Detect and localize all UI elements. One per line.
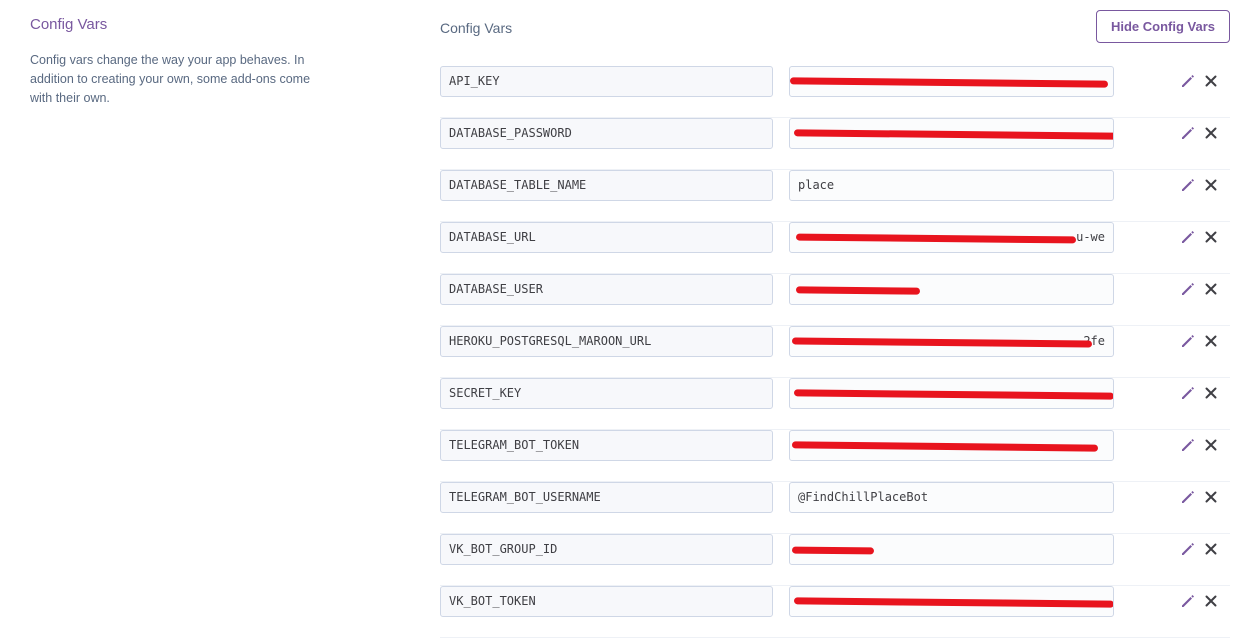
section-description: Config vars change the way your app beha…	[30, 53, 311, 105]
config-var-value-text: place	[798, 178, 835, 192]
config-var-row: TELEGRAM_BOT_USERNAME @FindChillPlaceBot	[440, 482, 1230, 534]
config-var-key-input[interactable]: HEROKU_POSTGRESQL_MAROON_URL	[440, 326, 773, 357]
config-var-key-input[interactable]: TELEGRAM_BOT_TOKEN	[440, 430, 773, 461]
pencil-icon[interactable]	[1179, 176, 1197, 194]
config-var-value-input[interactable]	[789, 378, 1114, 409]
config-var-value-text: @FindChillPlaceBot	[798, 490, 929, 504]
config-var-key-input[interactable]: API_KEY	[440, 66, 773, 97]
close-icon[interactable]	[1202, 384, 1220, 402]
config-var-value-input[interactable]	[789, 586, 1114, 617]
config-var-row: HEROKU_POSTGRESQL_MAROON_URL 2fe	[440, 326, 1230, 378]
config-var-value-input[interactable]	[789, 274, 1114, 305]
redaction-mark	[791, 546, 875, 555]
config-var-value-text: u-we	[1076, 230, 1105, 244]
config-var-row: SECRET_KEY	[440, 378, 1230, 430]
config-var-value-input[interactable]: u-we	[789, 222, 1114, 253]
close-icon[interactable]	[1202, 228, 1220, 246]
config-var-key-input[interactable]: DATABASE_TABLE_NAME	[440, 170, 773, 201]
redaction-mark	[791, 441, 1099, 452]
pencil-icon[interactable]	[1179, 124, 1197, 142]
config-var-key-input[interactable]: SECRET_KEY	[440, 378, 773, 409]
config-var-value-input[interactable]	[789, 430, 1114, 461]
config-var-key-input[interactable]: DATABASE_URL	[440, 222, 773, 253]
config-vars-description-panel: Config Vars Config vars change the way y…	[30, 16, 330, 108]
config-var-row: DATABASE_PASSWORD	[440, 118, 1230, 170]
close-icon[interactable]	[1202, 280, 1220, 298]
config-var-key-input[interactable]: DATABASE_PASSWORD	[440, 118, 773, 149]
redaction-mark	[795, 286, 921, 295]
config-var-value-input[interactable]	[789, 66, 1114, 97]
config-var-value-input[interactable]: 2fe	[789, 326, 1114, 357]
config-var-row: TELEGRAM_BOT_TOKEN	[440, 430, 1230, 482]
config-vars-panel: Config Vars Hide Config Vars API_KEY DATA…	[440, 10, 1230, 638]
pencil-icon[interactable]	[1179, 436, 1197, 454]
close-icon[interactable]	[1202, 124, 1220, 142]
config-var-row: API_KEY	[440, 66, 1230, 118]
close-icon[interactable]	[1202, 592, 1220, 610]
config-var-row: VK_BOT_TOKEN	[440, 586, 1230, 638]
pencil-icon[interactable]	[1179, 384, 1197, 402]
config-var-key-input[interactable]: TELEGRAM_BOT_USERNAME	[440, 482, 773, 513]
pencil-icon[interactable]	[1179, 332, 1197, 350]
config-vars-list: API_KEY DATABASE_PASSWORD DATABASE_TABLE_N…	[440, 66, 1230, 638]
redaction-mark	[791, 337, 1093, 348]
pencil-icon[interactable]	[1179, 280, 1197, 298]
close-icon[interactable]	[1202, 540, 1220, 558]
config-vars-title: Config Vars	[440, 20, 513, 36]
pencil-icon[interactable]	[1179, 592, 1197, 610]
config-var-row: DATABASE_TABLE_NAME place	[440, 170, 1230, 222]
config-var-value-input[interactable]	[789, 118, 1114, 149]
redaction-mark	[793, 597, 1113, 608]
config-var-value-input[interactable]: @FindChillPlaceBot	[789, 482, 1114, 513]
config-var-key-input[interactable]: VK_BOT_TOKEN	[440, 586, 773, 617]
config-var-row: DATABASE_URL u-we	[440, 222, 1230, 274]
redaction-mark	[793, 129, 1113, 140]
redaction-mark	[790, 77, 1109, 88]
hide-config-vars-button[interactable]: Hide Config Vars	[1096, 10, 1230, 43]
config-var-row: VK_BOT_GROUP_ID	[440, 534, 1230, 586]
close-icon[interactable]	[1202, 436, 1220, 454]
config-var-key-input[interactable]: DATABASE_USER	[440, 274, 773, 305]
config-var-row: DATABASE_USER	[440, 274, 1230, 326]
config-var-key-input[interactable]: VK_BOT_GROUP_ID	[440, 534, 773, 565]
close-icon[interactable]	[1202, 332, 1220, 350]
redaction-mark	[793, 389, 1113, 400]
close-icon[interactable]	[1202, 488, 1220, 506]
pencil-icon[interactable]	[1179, 72, 1197, 90]
close-icon[interactable]	[1202, 72, 1220, 90]
close-icon[interactable]	[1202, 176, 1220, 194]
config-var-value-input[interactable]	[789, 534, 1114, 565]
config-vars-header: Config Vars Hide Config Vars	[440, 10, 1230, 66]
pencil-icon[interactable]	[1179, 228, 1197, 246]
section-title: Config Vars	[30, 16, 108, 33]
pencil-icon[interactable]	[1179, 488, 1197, 506]
redaction-mark	[795, 233, 1077, 244]
config-var-value-input[interactable]: place	[789, 170, 1114, 201]
pencil-icon[interactable]	[1179, 540, 1197, 558]
